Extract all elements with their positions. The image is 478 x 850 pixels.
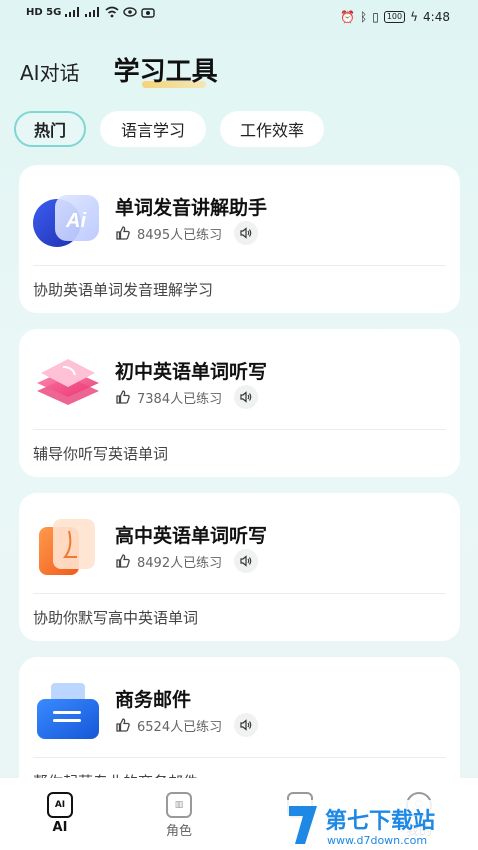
nav-ai-label: AI — [52, 820, 68, 835]
tool-meta: 7384人已练习 — [115, 385, 259, 409]
tool-title: 商务邮件 — [115, 689, 192, 711]
practice-count: 7384人已练习 — [137, 391, 223, 407]
practice-count: 6524人已练习 — [137, 719, 223, 735]
tool-card[interactable]: 高中英语单词听写 8492人已练习 协助你默写高中英语单词 — [19, 493, 460, 641]
ai-logo-icon: Ai — [33, 195, 99, 247]
card-divider — [33, 265, 446, 266]
thumbs-up-icon — [116, 390, 130, 404]
speaker-button[interactable] — [234, 221, 259, 245]
svg-text:www.d7down.com: www.d7down.com — [327, 834, 427, 847]
nav-role-label: 角色 — [165, 824, 192, 839]
tool-title: 高中英语单词听写 — [115, 525, 268, 547]
signal-indicators: HD 5G — [26, 6, 156, 18]
category-chips: 热门 语言学习 工作效率 — [14, 111, 324, 147]
signal-icon-2 — [85, 7, 100, 17]
wifi-icon — [105, 6, 119, 18]
tool-description: 辅导你听写英语单词 — [33, 445, 169, 463]
tool-title: 单词发音讲解助手 — [115, 197, 268, 219]
nav-role[interactable]: ▥ 角色 — [149, 792, 209, 839]
card-divider — [33, 429, 446, 430]
chip-efficiency[interactable]: 工作效率 — [220, 111, 324, 147]
card-divider — [33, 593, 446, 594]
speaker-icon — [240, 391, 252, 403]
eye-icon — [123, 7, 138, 17]
alarm-icon: ⏰ — [340, 10, 356, 24]
tool-meta: 8492人已练习 — [115, 549, 259, 573]
tool-card[interactable]: 初中英语单词听写 7384人已练习 辅导你听写英语单词 — [19, 329, 460, 477]
tab-ai-chat[interactable]: AI对话 — [20, 57, 80, 92]
speaker-button[interactable] — [234, 713, 259, 737]
speaker-icon — [240, 719, 252, 731]
status-bar: HD 5G ⏰ ᛒ ▯ 100 ϟ 4:48 — [0, 0, 478, 36]
watermark-logo: 第七下载站 www.d7down.com — [283, 800, 478, 850]
clock-time: 4:48 — [423, 10, 450, 24]
tool-meta: 8495人已练习 — [115, 221, 259, 245]
mail-icon — [37, 683, 99, 739]
practice-count: 8492人已练习 — [137, 555, 223, 571]
battery-icon: 100 — [383, 11, 406, 23]
practice-count: 8495人已练习 — [137, 227, 223, 243]
tool-description: 协助英语单词发音理解学习 — [33, 281, 214, 299]
speaker-icon — [240, 227, 252, 239]
charging-icon: ϟ — [410, 10, 419, 24]
svg-text:第七下载站: 第七下载站 — [325, 808, 435, 834]
thumbs-up-icon — [116, 554, 130, 568]
top-tabs: AI对话 学习工具 — [20, 52, 218, 92]
thumbs-up-icon — [116, 226, 130, 240]
signal-label: HD 5G — [26, 6, 62, 18]
bluetooth-icon: ᛒ — [360, 10, 368, 24]
tool-meta: 6524人已练习 — [115, 713, 259, 737]
chip-hot[interactable]: 热门 — [14, 111, 86, 147]
status-right: ⏰ ᛒ ▯ 100 ϟ 4:48 — [340, 10, 450, 24]
tool-description: 协助你默写高中英语单词 — [33, 609, 199, 627]
vibrate-icon: ▯ — [372, 10, 379, 24]
card-divider — [33, 757, 446, 758]
ai-nav-icon: AI — [47, 792, 73, 818]
speaker-button[interactable] — [234, 385, 259, 409]
chip-language[interactable]: 语言学习 — [100, 111, 206, 147]
tool-title: 初中英语单词听写 — [115, 361, 268, 383]
tab-learning-tools[interactable]: 学习工具 — [114, 51, 218, 92]
speaker-icon — [240, 555, 252, 567]
camera-icon — [141, 7, 156, 18]
tool-card[interactable]: Ai 单词发音讲解助手 8495人已练习 协助英语单词发音理解学习 — [19, 165, 460, 313]
svg-text:Ai: Ai — [65, 210, 86, 232]
layers-icon — [37, 359, 99, 405]
speaker-button[interactable] — [234, 549, 259, 573]
signal-icon — [65, 7, 80, 17]
notebook-icon — [39, 519, 95, 575]
thumbs-up-icon — [116, 718, 130, 732]
book-nav-icon: ▥ — [166, 792, 192, 818]
nav-ai[interactable]: AI AI — [30, 792, 90, 835]
